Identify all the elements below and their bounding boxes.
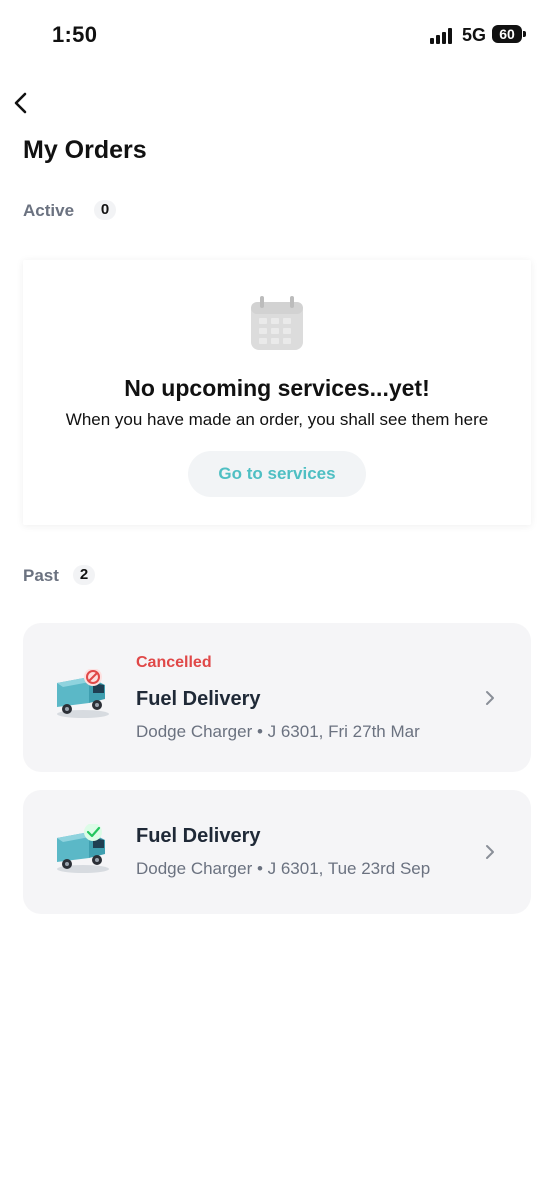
past-section-label: Past [23, 566, 59, 585]
order-card[interactable]: Fuel Delivery Dodge Charger • J 6301, Tu… [23, 790, 531, 914]
order-subtitle: Dodge Charger • J 6301, Fri 27th Mar [136, 722, 420, 741]
battery-cap [523, 31, 526, 37]
page-title: My Orders [23, 136, 147, 164]
back-button[interactable] [6, 88, 36, 118]
order-subtitle: Dodge Charger • J 6301, Tue 23rd Sep [136, 859, 431, 878]
order-card[interactable]: Cancelled Fuel Delivery Dodge Charger • … [23, 623, 531, 772]
status-bar: 1:50 5G 60 [0, 0, 554, 72]
chevron-right-icon [486, 845, 494, 859]
order-status: Cancelled [136, 654, 212, 671]
active-section-label: Active [23, 201, 75, 220]
signal-icon [430, 28, 454, 44]
go-to-services-button[interactable]: Go to services [188, 451, 366, 497]
chevron-left-icon [14, 92, 27, 114]
empty-state-card: No upcoming services...yet! When you hav… [23, 260, 531, 525]
calendar-icon [251, 296, 303, 350]
empty-state-subtitle: When you have made an order, you shall s… [65, 410, 489, 429]
network-type: 5G [462, 25, 487, 45]
status-time: 1:50 [52, 22, 98, 47]
empty-state-title: No upcoming services...yet! [124, 375, 430, 401]
past-count-badge: 2 [73, 565, 95, 585]
fuel-truck-icon [57, 824, 109, 873]
battery-icon: 60 [492, 25, 522, 43]
fuel-truck-icon [57, 669, 109, 718]
order-title: Fuel Delivery [136, 825, 261, 847]
chevron-right-icon [486, 691, 494, 705]
active-count-badge: 0 [94, 200, 116, 220]
order-title: Fuel Delivery [136, 688, 261, 710]
